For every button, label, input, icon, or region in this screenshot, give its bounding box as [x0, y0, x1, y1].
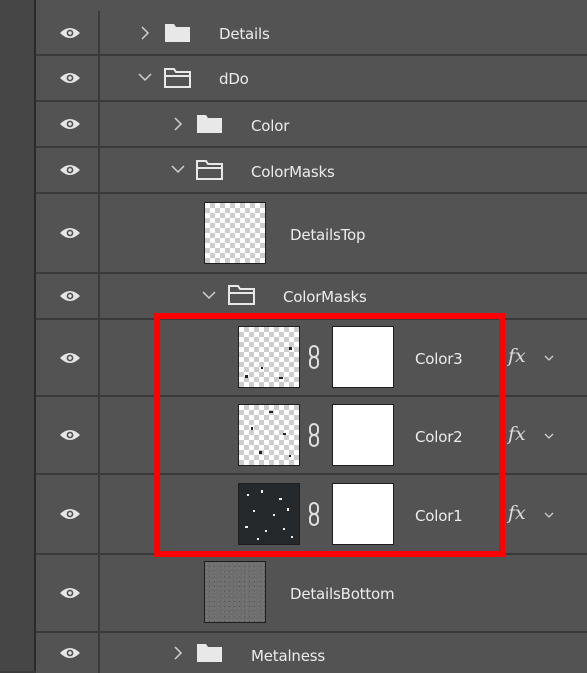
chevron-down-icon[interactable] — [202, 288, 216, 302]
chevron-down-icon[interactable] — [544, 511, 554, 519]
visibility-cell[interactable] — [36, 633, 100, 673]
layer-thumbnail — [238, 483, 300, 545]
link-chain-icon[interactable] — [306, 345, 322, 369]
eye-icon[interactable] — [59, 428, 81, 442]
eye-icon[interactable] — [59, 351, 81, 365]
speckle-pattern — [245, 490, 293, 540]
layer-name: Metalness — [251, 647, 325, 665]
layer-row-color2[interactable]: Color2 fx — [36, 397, 587, 475]
layer-row-detailstop[interactable]: DetailsTop — [36, 194, 587, 274]
layer-name: Color3 — [415, 350, 463, 368]
layer-row-color1[interactable]: Color1 fx — [36, 475, 587, 555]
chevron-down-icon[interactable] — [171, 162, 185, 176]
layer-row-colormasks-nested[interactable]: ColorMasks — [36, 274, 587, 320]
eye-icon[interactable] — [59, 646, 81, 660]
eye-icon[interactable] — [59, 71, 81, 85]
speckle-pattern — [251, 411, 291, 457]
visibility-cell[interactable] — [36, 11, 100, 54]
layer-row-detailsbottom[interactable]: DetailsBottom — [36, 555, 587, 633]
layer-row-ddo[interactable]: dDo — [36, 56, 587, 102]
fx-icon[interactable]: fx — [508, 423, 526, 445]
eye-icon[interactable] — [59, 117, 81, 131]
layer-thumbnail — [204, 202, 266, 264]
chevron-right-icon[interactable] — [171, 117, 185, 131]
layer-name: DetailsBottom — [290, 585, 395, 603]
fx-icon[interactable]: fx — [508, 345, 526, 367]
layer-name: Color2 — [415, 428, 463, 446]
eye-icon[interactable] — [59, 226, 81, 240]
visibility-cell[interactable] — [36, 274, 100, 318]
layer-mask-thumbnail[interactable] — [332, 404, 394, 466]
layer-name: Details — [219, 25, 270, 43]
link-chain-icon[interactable] — [306, 423, 322, 447]
layer-row-colormasks[interactable]: ColorMasks — [36, 148, 587, 194]
chevron-down-icon[interactable] — [544, 354, 554, 362]
layer-mask-thumbnail[interactable] — [332, 483, 394, 545]
visibility-cell[interactable] — [36, 397, 100, 473]
eye-icon[interactable] — [59, 26, 81, 40]
layer-thumbnail — [238, 404, 300, 466]
folder-open-icon — [196, 160, 223, 180]
visibility-cell[interactable] — [36, 475, 100, 553]
visibility-cell[interactable] — [36, 56, 100, 100]
link-chain-icon[interactable] — [306, 502, 322, 526]
layer-name: Color1 — [415, 507, 463, 525]
layer-name: ColorMasks — [251, 163, 335, 181]
chevron-right-icon[interactable] — [138, 26, 152, 40]
layer-name: DetailsTop — [290, 226, 366, 244]
visibility-cell[interactable] — [36, 320, 100, 395]
layer-row-color3[interactable]: Color3 fx — [36, 320, 587, 397]
layer-name: ColorMasks — [283, 288, 367, 306]
layer-thumbnail — [238, 326, 300, 388]
eye-icon[interactable] — [59, 586, 81, 600]
chevron-down-icon[interactable] — [544, 432, 554, 440]
eye-icon[interactable] — [59, 289, 81, 303]
chevron-down-icon[interactable] — [138, 70, 152, 84]
visibility-cell[interactable] — [36, 148, 100, 192]
layer-row-details[interactable]: Details — [36, 11, 587, 56]
folder-open-icon — [228, 285, 255, 305]
visibility-cell[interactable] — [36, 555, 100, 631]
layer-row-color[interactable]: Color — [36, 102, 587, 148]
folder-icon — [197, 115, 222, 133]
folder-open-icon — [164, 68, 191, 88]
visibility-cell[interactable] — [36, 194, 100, 272]
eye-icon[interactable] — [59, 163, 81, 177]
layer-mask-thumbnail[interactable] — [332, 326, 394, 388]
layers-panel: Details dDo Color ColorMasks DetailsTop — [36, 0, 587, 673]
speckle-pattern — [245, 347, 292, 379]
eye-icon[interactable] — [59, 507, 81, 521]
chevron-right-icon[interactable] — [171, 646, 185, 660]
fx-icon[interactable]: fx — [508, 502, 526, 524]
layer-thumbnail — [204, 561, 266, 623]
folder-icon — [197, 644, 222, 662]
layer-row-metalness[interactable]: Metalness — [36, 633, 587, 673]
panel-left-strip — [0, 0, 36, 671]
folder-icon — [165, 24, 190, 42]
layer-name: Color — [251, 117, 290, 135]
visibility-cell[interactable] — [36, 102, 100, 146]
layer-name: dDo — [219, 70, 249, 88]
